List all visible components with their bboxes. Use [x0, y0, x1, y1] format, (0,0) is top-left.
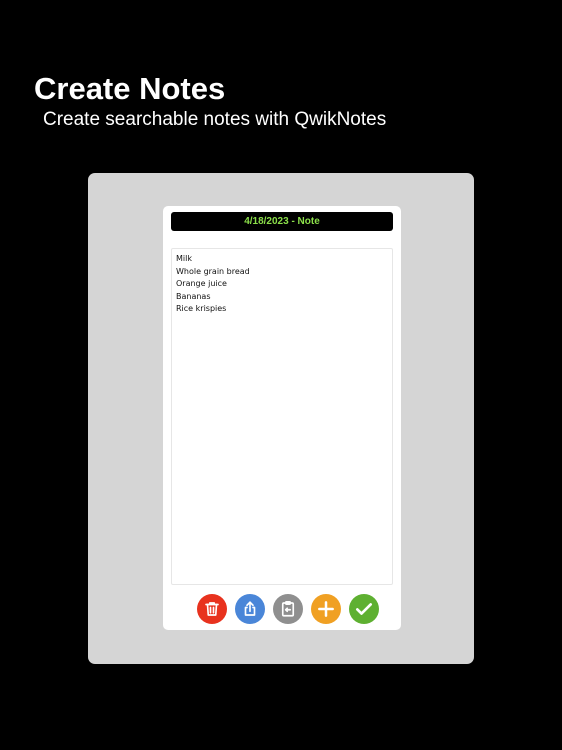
note-line: Orange juice — [176, 279, 227, 288]
clipboard-icon — [279, 600, 297, 618]
delete-button[interactable] — [197, 594, 227, 624]
plus-icon — [316, 599, 336, 619]
note-screen: 4/18/2023 - Note Milk Whole grain bread … — [163, 206, 401, 630]
promo-subheadline: Create searchable notes with QwikNotes — [43, 109, 387, 130]
note-line: Bananas — [176, 291, 211, 301]
checkmark-icon — [354, 599, 374, 619]
add-button[interactable] — [311, 594, 341, 624]
note-text-area[interactable]: Milk Whole grain bread Orange juice Bana… — [171, 248, 393, 585]
share-button[interactable] — [235, 594, 265, 624]
paste-button[interactable] — [273, 594, 303, 624]
note-title: 4/18/2023 - Note — [171, 212, 393, 231]
note-line: Milk — [176, 254, 192, 263]
save-button[interactable] — [349, 594, 379, 624]
note-toolbar — [197, 594, 379, 624]
note-line: Whole grain bread — [176, 266, 250, 276]
trash-icon — [203, 600, 221, 618]
note-lines: Milk Whole grain bread Orange juice Bana… — [176, 253, 250, 316]
promo-headline: Create Notes — [34, 71, 226, 106]
note-line: Rice krispies — [176, 304, 227, 313]
share-icon — [241, 600, 259, 618]
